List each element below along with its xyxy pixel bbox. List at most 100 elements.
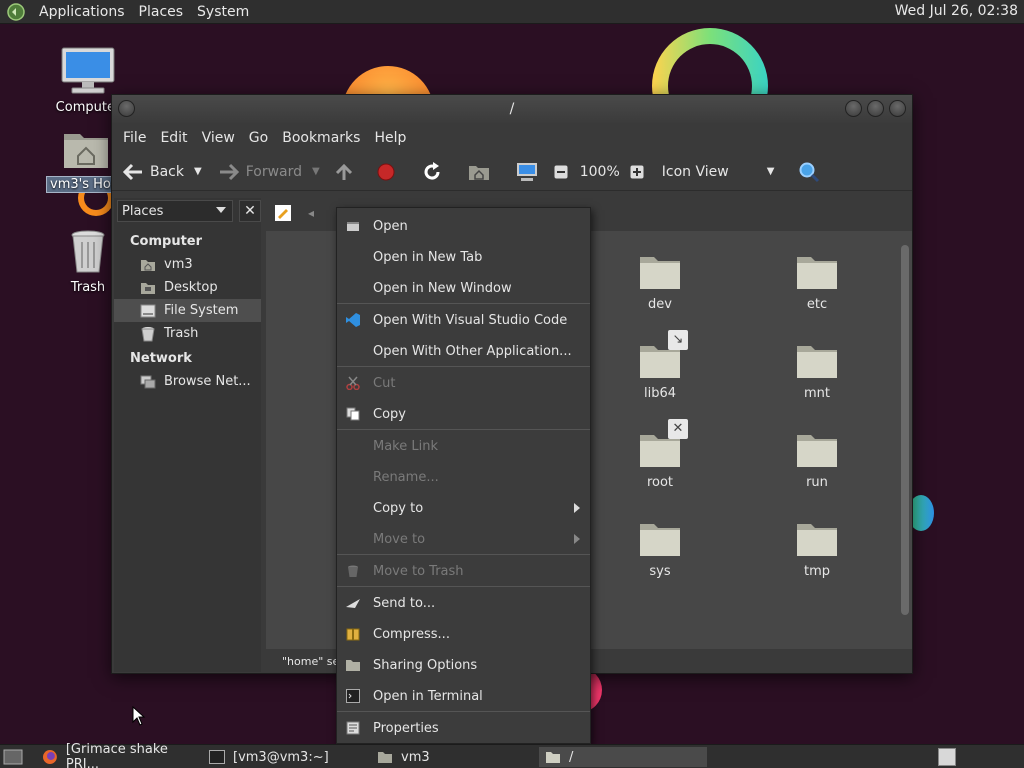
folder-icon xyxy=(797,435,837,467)
folder-item-run[interactable]: run xyxy=(777,431,857,490)
sidebar-item-label: Browse Net... xyxy=(164,374,251,389)
back-button[interactable]: Back ▼ xyxy=(122,163,202,181)
menu-item-label: Send to... xyxy=(373,595,436,611)
terminal-icon xyxy=(345,688,361,704)
folder-item-mnt[interactable]: mnt xyxy=(777,342,857,401)
menu-item-copy[interactable]: Copy xyxy=(337,399,590,429)
taskbar-item-terminal[interactable]: [vm3@vm3:~] xyxy=(203,747,371,767)
sidebar-item-desktop[interactable]: Desktop xyxy=(114,276,261,299)
menu-item-rename[interactable]: Rename... xyxy=(337,462,590,492)
taskbar-item-browser[interactable]: [Grimace shake PRI... xyxy=(36,742,204,768)
sidebar-item-trash[interactable]: Trash xyxy=(114,322,261,345)
forward-button[interactable]: Forward ▼ xyxy=(218,163,320,181)
menu-item-move-to-trash[interactable]: Move to Trash xyxy=(337,556,590,586)
menu-item-open-terminal[interactable]: Open in Terminal xyxy=(337,681,590,711)
window-menu-button[interactable] xyxy=(118,100,135,117)
home-button[interactable] xyxy=(468,163,496,181)
top-panel: Applications Places System Wed Jul 26, 0… xyxy=(0,0,1024,24)
computer-button[interactable] xyxy=(516,162,544,182)
sidebar-item-label: File System xyxy=(164,303,239,318)
menu-item-compress[interactable]: Compress... xyxy=(337,619,590,649)
forward-arrow-icon xyxy=(219,163,239,180)
stop-icon xyxy=(377,163,395,180)
taskbar-item-file-system[interactable]: / xyxy=(539,747,707,767)
search-icon xyxy=(799,162,820,182)
maximize-button[interactable] xyxy=(867,100,884,117)
menu-item-properties[interactable]: Properties xyxy=(337,713,590,743)
menu-help[interactable]: Help xyxy=(367,130,413,146)
bottom-panel: [Grimace shake PRI... [vm3@vm3:~] vm3 / xyxy=(0,742,1024,768)
shared-folder-icon xyxy=(345,657,361,673)
folder-item-root[interactable]: ✕ root xyxy=(620,419,700,490)
menu-item-icon-slot xyxy=(345,343,361,359)
back-history-dropdown[interactable]: ▼ xyxy=(194,166,202,177)
zoom-in-button[interactable] xyxy=(630,165,650,179)
folder-item-tmp[interactable]: tmp xyxy=(777,520,857,579)
panel-clock[interactable]: Wed Jul 26, 02:38 xyxy=(895,3,1018,19)
minimize-button[interactable] xyxy=(845,100,862,117)
workspace-switcher[interactable] xyxy=(938,748,956,766)
up-button[interactable] xyxy=(334,162,360,182)
folder-icon xyxy=(640,257,680,289)
menu-item-label: Compress... xyxy=(373,626,450,642)
menu-item-copy-to[interactable]: Copy to xyxy=(337,493,590,523)
forward-history-dropdown[interactable]: ▼ xyxy=(312,166,320,177)
menu-item-label: Open With Visual Studio Code xyxy=(373,312,568,328)
menu-item-move-to[interactable]: Move to xyxy=(337,524,590,554)
menu-item-open-other[interactable]: Open With Other Application... xyxy=(337,336,590,366)
menu-bookmarks[interactable]: Bookmarks xyxy=(275,130,367,146)
window-titlebar[interactable]: / xyxy=(112,95,912,123)
zoom-level[interactable]: 100% xyxy=(580,164,620,180)
folder-item-sys[interactable]: sys xyxy=(620,520,700,579)
folder-label: lib64 xyxy=(643,386,677,401)
trash-icon xyxy=(71,230,105,273)
reload-button[interactable] xyxy=(422,161,448,182)
sidebar-type-select[interactable]: Places xyxy=(117,200,233,222)
view-mode-select[interactable]: Icon View ▼ xyxy=(662,164,775,180)
sidebar-close-button[interactable]: ✕ xyxy=(239,200,261,222)
folder-label: tmp xyxy=(803,564,830,579)
vertical-scrollbar[interactable] xyxy=(900,235,910,647)
archive-icon xyxy=(345,626,361,642)
menu-item-send-to[interactable]: Send to... xyxy=(337,588,590,618)
menu-item-open-new-tab[interactable]: Open in New Tab xyxy=(337,242,590,272)
close-button[interactable] xyxy=(889,100,906,117)
folder-item-dev[interactable]: dev xyxy=(620,253,700,312)
edit-location-icon[interactable] xyxy=(274,204,292,222)
chevron-left-icon[interactable]: ◂ xyxy=(308,206,314,220)
sidebar-item-file-system[interactable]: File System xyxy=(114,299,261,322)
scrollbar-thumb[interactable] xyxy=(901,245,909,615)
show-desktop-icon[interactable] xyxy=(3,749,23,765)
menu-item-sharing-options[interactable]: Sharing Options xyxy=(337,650,590,680)
toolbar: Back ▼ Forward ▼ 100% Icon View ▼ xyxy=(112,153,912,191)
sidebar-item-vm3[interactable]: vm3 xyxy=(114,253,261,276)
folder-item-etc[interactable]: etc xyxy=(777,253,857,312)
zoom-out-button[interactable] xyxy=(554,165,574,179)
firefox-icon xyxy=(42,750,57,764)
back-arrow-icon xyxy=(122,163,142,180)
menu-item-open-vscode[interactable]: Open With Visual Studio Code xyxy=(337,305,590,335)
menu-view[interactable]: View xyxy=(195,130,242,146)
sidebar: Places ✕ Computer vm3 Desktop File Syste… xyxy=(114,198,261,672)
menu-item-make-link[interactable]: Make Link xyxy=(337,431,590,461)
distro-logo-icon[interactable] xyxy=(6,2,26,22)
menu-item-cut[interactable]: Cut xyxy=(337,368,590,398)
menu-edit[interactable]: Edit xyxy=(153,130,194,146)
applications-menu[interactable]: Applications xyxy=(32,4,132,20)
drive-icon xyxy=(140,304,156,317)
back-label: Back xyxy=(150,163,184,180)
search-button[interactable] xyxy=(798,161,826,183)
menu-file[interactable]: File xyxy=(116,130,153,146)
taskbar-item-home-folder[interactable]: vm3 xyxy=(371,747,539,767)
folder-item-lib64[interactable]: ↘ lib64 xyxy=(620,330,700,401)
menu-item-label: Cut xyxy=(373,375,396,391)
sidebar-item-browse-network[interactable]: Browse Net... xyxy=(114,370,261,393)
system-menu[interactable]: System xyxy=(190,4,256,20)
menu-item-open-new-window[interactable]: Open in New Window xyxy=(337,273,590,303)
menu-separator xyxy=(337,554,590,555)
menu-item-label: Make Link xyxy=(373,438,438,454)
stop-button[interactable] xyxy=(376,162,402,182)
menu-item-open[interactable]: Open xyxy=(337,211,590,241)
places-menu[interactable]: Places xyxy=(132,4,191,20)
menu-go[interactable]: Go xyxy=(242,130,275,146)
